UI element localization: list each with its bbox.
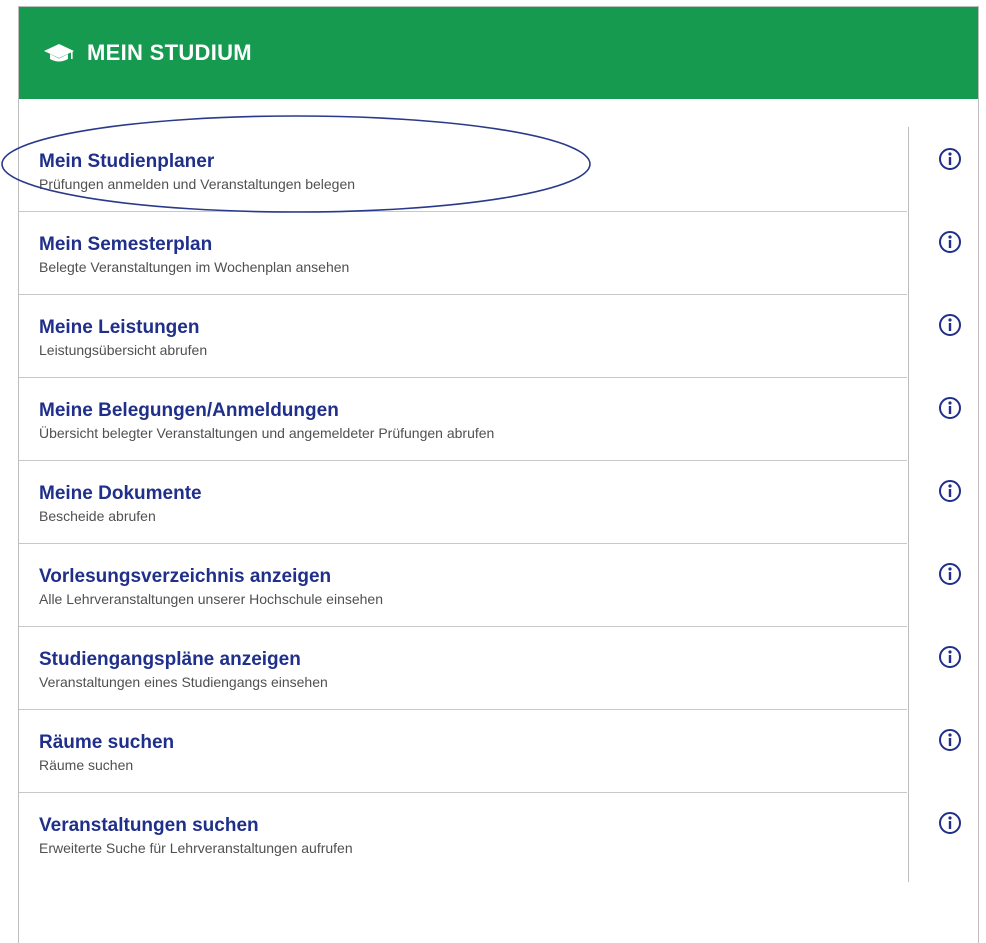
menu-item-title: Meine Leistungen <box>39 317 200 338</box>
menu-item-title: Studiengangspläne anzeigen <box>39 649 301 670</box>
info-button-studienplaner[interactable] <box>925 129 975 212</box>
menu-item-title: Meine Belegungen/Anmeldungen <box>39 400 339 421</box>
info-button-belegungen[interactable] <box>925 378 975 461</box>
info-icon <box>939 729 961 751</box>
menu-list: Mein Studienplaner Prüfungen anmelden un… <box>19 129 907 876</box>
menu-item-title: Mein Semesterplan <box>39 234 213 255</box>
menu-item-leistungen[interactable]: Meine Leistungen Leistungsübersicht abru… <box>19 295 907 378</box>
menu-item-subtitle: Bescheide abrufen <box>39 508 156 524</box>
info-button-vorlesungsverzeichnis[interactable] <box>925 544 975 627</box>
menu-item-subtitle: Leistungsübersicht abrufen <box>39 342 208 358</box>
info-icon <box>939 646 961 668</box>
info-icon <box>939 148 961 170</box>
menu-item-veranstaltungen-suchen[interactable]: Veranstaltungen suchen Erweiterte Suche … <box>19 793 907 876</box>
menu-item-raeume-suchen[interactable]: Räume suchen Räume suchen <box>19 710 907 793</box>
menu-item-vorlesungsverzeichnis[interactable]: Vorlesungsverzeichnis anzeigen Alle Lehr… <box>19 544 907 627</box>
menu-item-studienplaner[interactable]: Mein Studienplaner Prüfungen anmelden un… <box>19 129 907 212</box>
menu-item-title: Meine Dokumente <box>39 483 202 504</box>
info-icon <box>939 480 961 502</box>
menu-item-semesterplan[interactable]: Mein Semesterplan Belegte Veranstaltunge… <box>19 212 907 295</box>
info-icon <box>939 314 961 336</box>
info-button-studiengangsplaene[interactable] <box>925 627 975 710</box>
info-icon <box>939 563 961 585</box>
info-button-veranstaltungen-suchen[interactable] <box>925 793 975 876</box>
menu-item-subtitle: Veranstaltungen eines Studiengangs einse… <box>39 674 328 690</box>
menu-item-dokumente[interactable]: Meine Dokumente Bescheide abrufen <box>19 461 907 544</box>
info-icon <box>939 231 961 253</box>
info-button-semesterplan[interactable] <box>925 212 975 295</box>
menu-item-belegungen[interactable]: Meine Belegungen/Anmeldungen Übersicht b… <box>19 378 907 461</box>
menu-item-subtitle: Räume suchen <box>39 757 134 773</box>
menu-item-studiengangsplaene[interactable]: Studiengangspläne anzeigen Veranstaltung… <box>19 627 907 710</box>
info-button-dokumente[interactable] <box>925 461 975 544</box>
menu-item-title: Vorlesungsverzeichnis anzeigen <box>39 566 332 587</box>
menu-item-title: Veranstaltungen suchen <box>39 815 259 836</box>
info-icon <box>939 812 961 834</box>
menu-item-subtitle: Prüfungen anmelden und Veranstaltungen b… <box>39 176 356 192</box>
column-divider <box>908 127 909 882</box>
info-button-leistungen[interactable] <box>925 295 975 378</box>
menu-item-subtitle: Belegte Veranstaltungen im Wochenplan an… <box>39 259 350 275</box>
mein-studium-panel: MEIN STUDIUM Mein Studienplaner Prüfunge… <box>18 6 979 943</box>
graduation-cap-icon <box>43 42 77 64</box>
info-icon <box>939 397 961 419</box>
menu-item-subtitle: Alle Lehrveranstaltungen unserer Hochsch… <box>39 591 383 607</box>
menu-item-title: Mein Studienplaner <box>39 151 215 172</box>
info-column <box>925 129 975 876</box>
menu-item-title: Räume suchen <box>39 732 175 753</box>
panel-title: MEIN STUDIUM <box>87 40 252 65</box>
panel-header: MEIN STUDIUM <box>19 7 978 99</box>
info-button-raeume-suchen[interactable] <box>925 710 975 793</box>
menu-item-subtitle: Erweiterte Suche für Lehrveranstaltungen… <box>39 840 353 856</box>
menu-item-subtitle: Übersicht belegter Veranstaltungen und a… <box>39 425 495 441</box>
